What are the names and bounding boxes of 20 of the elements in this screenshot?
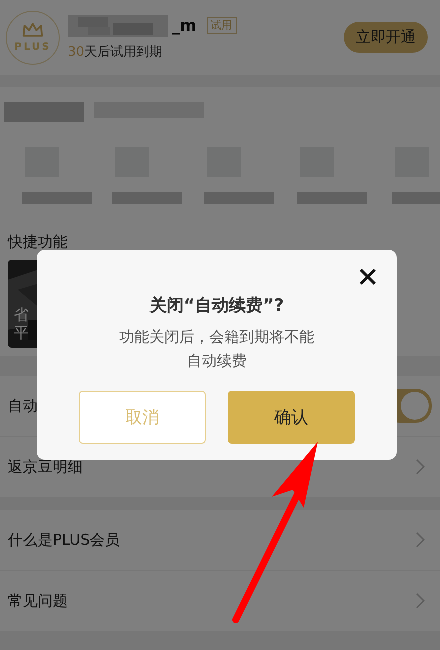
chevron-icon[interactable] bbox=[416, 532, 426, 548]
chevron-icon[interactable] bbox=[416, 459, 426, 475]
activate-button[interactable]: 立即开通 bbox=[344, 22, 428, 53]
section-title: 快捷功能 bbox=[8, 233, 69, 252]
close-icon[interactable] bbox=[359, 268, 377, 286]
crown-icon bbox=[22, 22, 44, 38]
card-text: 省 bbox=[14, 306, 30, 324]
confirm-button[interactable]: 确认 bbox=[228, 391, 355, 444]
card-text: 平 bbox=[14, 324, 30, 342]
username: _m bbox=[172, 16, 197, 35]
dialog-title: 关闭“自动续费”? bbox=[150, 295, 284, 317]
chevron-icon[interactable] bbox=[416, 593, 426, 609]
dialog-message: 功能关闭后，会籍到期将不能自动续费 bbox=[118, 327, 316, 372]
row-label[interactable]: 什么是PLUS会员 bbox=[8, 530, 120, 550]
trial-badge: 试用 bbox=[206, 17, 237, 34]
row-label[interactable]: 常见问题 bbox=[8, 592, 68, 610]
row-label: 自动 bbox=[8, 396, 38, 416]
avatar-label: PLUS bbox=[14, 42, 52, 52]
row-label[interactable]: 返京豆明细 bbox=[8, 458, 83, 476]
trial-expiry-text: 30天后试用到期 bbox=[68, 44, 164, 60]
